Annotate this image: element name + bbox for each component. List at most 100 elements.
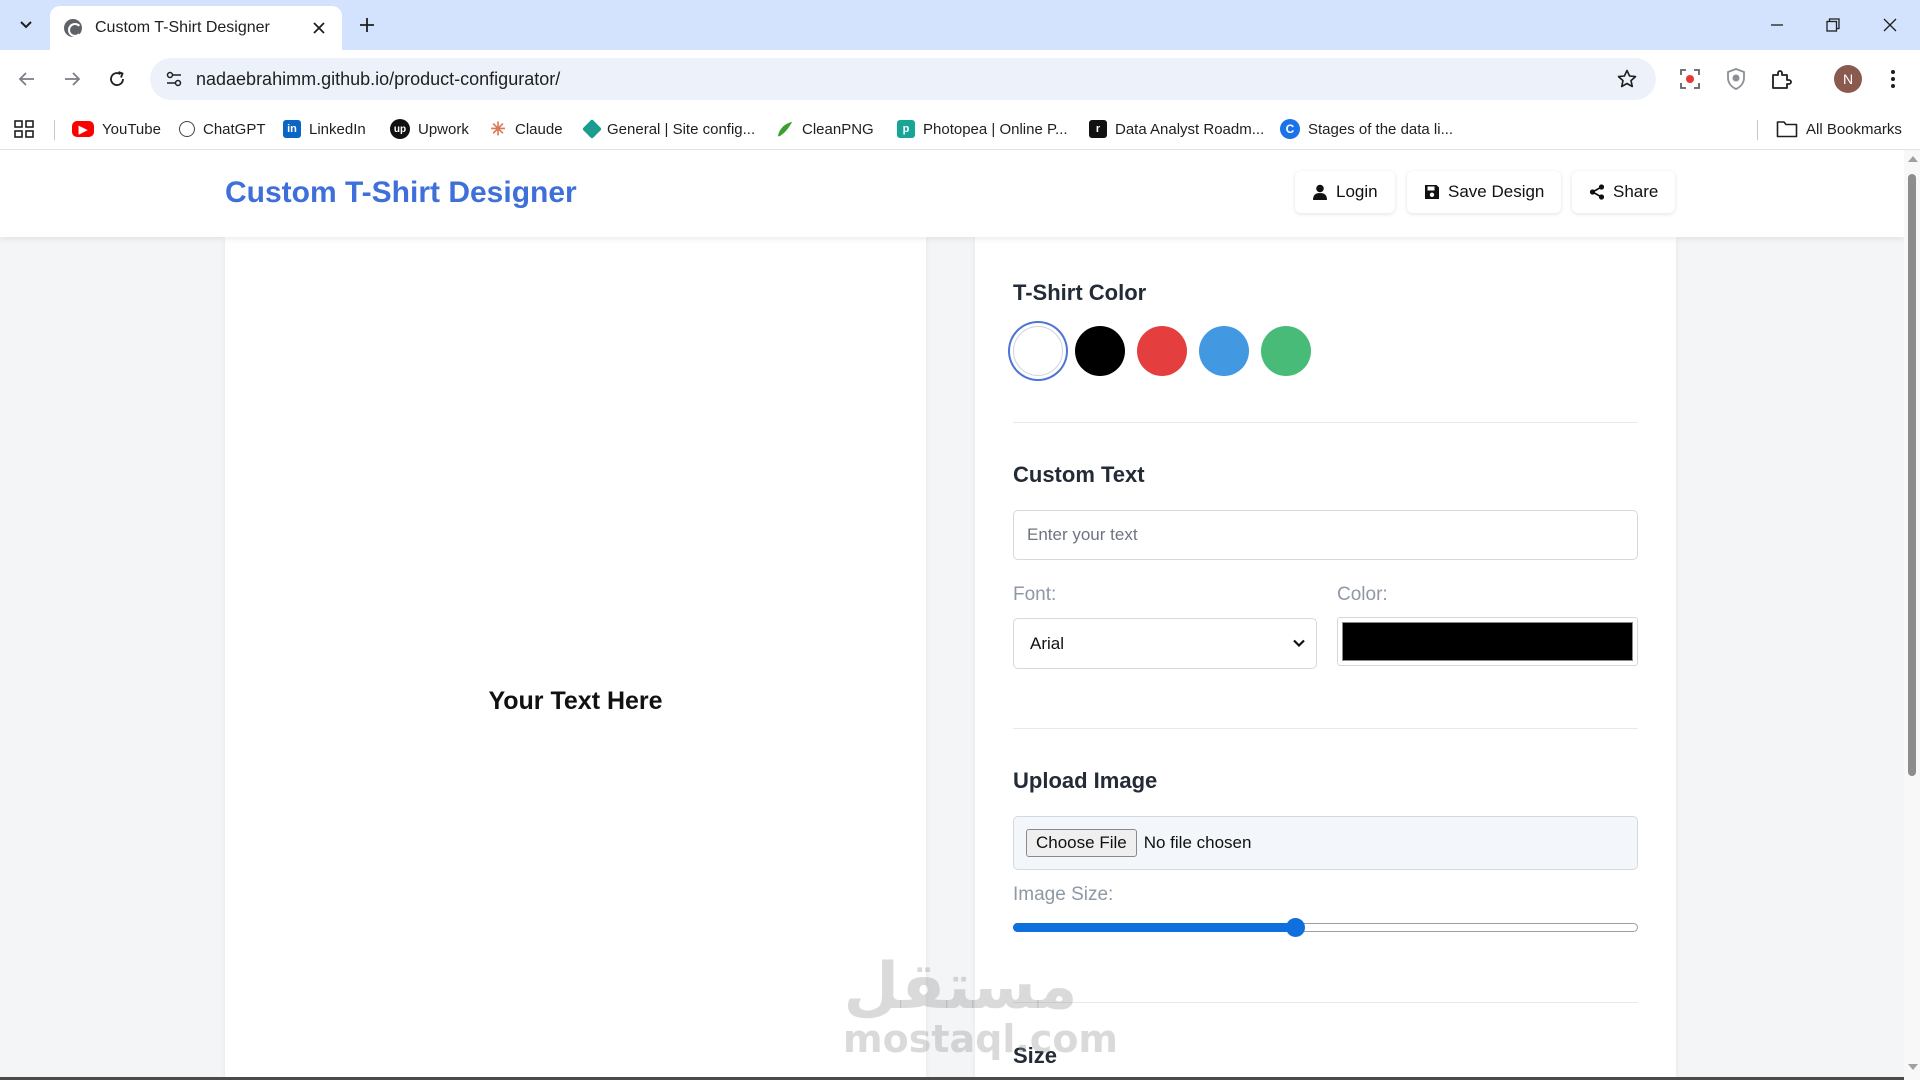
screen-capture-icon	[1680, 69, 1700, 89]
app-logo[interactable]: Custom T-Shirt Designer	[225, 176, 577, 210]
bookmark-data-analyst-roadmap[interactable]: r Data Analyst Roadm...	[1089, 108, 1264, 150]
close-icon	[313, 22, 325, 34]
browser-tab-active[interactable]: Custom T-Shirt Designer	[50, 6, 342, 50]
color-swatch-0[interactable]	[1013, 326, 1063, 376]
chevron-down-icon	[1293, 639, 1305, 648]
tab-title: Custom T-Shirt Designer	[95, 19, 270, 36]
bookmark-star-button[interactable]	[1612, 64, 1642, 94]
linkedin-icon: in	[283, 120, 301, 138]
bookmark-chatgpt[interactable]: ChatGPT	[179, 108, 266, 150]
color-swatch-4[interactable]	[1261, 326, 1311, 376]
close-icon	[1883, 18, 1897, 32]
size-heading: Size	[1013, 1043, 1058, 1068]
close-window-button[interactable]	[1867, 8, 1913, 42]
slider-fill	[1013, 923, 1296, 932]
arrow-right-icon	[65, 72, 81, 86]
restore-button[interactable]	[1810, 8, 1856, 42]
plus-icon	[360, 18, 374, 32]
extensions-button[interactable]	[1764, 62, 1798, 96]
floppy-disk-icon	[1424, 184, 1440, 200]
scroll-up-arrow-icon[interactable]	[1908, 156, 1918, 162]
bookmark-linkedin[interactable]: in LinkedIn	[283, 108, 366, 150]
design-controls-panel: T-Shirt Color Custom Text Font: Color: A…	[975, 237, 1676, 1080]
minimize-button[interactable]	[1754, 8, 1800, 42]
custom-text-input[interactable]	[1013, 510, 1638, 560]
reload-icon	[110, 71, 124, 86]
profile-avatar[interactable]: N	[1834, 65, 1862, 93]
text-color-label: Color:	[1337, 584, 1388, 605]
file-status-text: No file chosen	[1143, 833, 1252, 852]
save-design-button[interactable]: Save Design	[1407, 171, 1562, 213]
reload-button[interactable]	[100, 62, 134, 96]
preview-custom-text[interactable]: Your Text Here	[225, 687, 926, 716]
star-icon	[1617, 69, 1637, 88]
browser-menu-button[interactable]	[1876, 62, 1910, 96]
upload-image-heading: Upload Image	[1013, 768, 1158, 793]
bookmark-cleanpng[interactable]: CleanPNG	[776, 108, 874, 150]
scroll-down-arrow-icon[interactable]	[1908, 1064, 1918, 1070]
image-size-label: Image Size:	[1013, 884, 1114, 905]
image-file-input[interactable]: Choose File No file chosen	[1013, 816, 1638, 870]
share-icon	[1589, 184, 1605, 200]
browser-toolbar: nadaebrahimm.github.io/product-configura…	[0, 50, 1920, 108]
puzzle-icon	[1772, 70, 1792, 89]
login-button[interactable]: Login	[1295, 171, 1395, 213]
bookmark-site-config[interactable]: General | Site config...	[582, 108, 755, 150]
arrow-left-icon	[18, 72, 34, 86]
font-label: Font:	[1013, 584, 1057, 605]
close-tab-button[interactable]	[308, 17, 330, 39]
section-divider	[1013, 728, 1638, 729]
roadmap-icon: r	[1089, 120, 1107, 138]
color-swatch-2[interactable]	[1137, 326, 1187, 376]
image-size-slider[interactable]	[1013, 916, 1638, 940]
shield-extension-button[interactable]	[1719, 62, 1753, 96]
back-button[interactable]	[10, 62, 44, 96]
section-divider	[1013, 1002, 1638, 1003]
claude-icon: ✳	[490, 118, 506, 139]
tab-search-button[interactable]	[10, 9, 42, 41]
text-color-preview	[1342, 622, 1633, 661]
scrollbar-thumb[interactable]	[1908, 174, 1916, 776]
share-button[interactable]: Share	[1572, 171, 1676, 213]
bookmark-youtube[interactable]: ▶ YouTube	[72, 108, 161, 150]
slider-thumb[interactable]	[1285, 918, 1305, 937]
site-settings-icon[interactable]	[164, 69, 184, 89]
chevron-down-icon	[20, 21, 32, 29]
user-icon	[1312, 184, 1328, 200]
tshirt-color-heading: T-Shirt Color	[1013, 280, 1147, 305]
address-bar[interactable]: nadaebrahimm.github.io/product-configura…	[150, 58, 1656, 100]
all-bookmarks-button[interactable]: All Bookmarks	[1776, 108, 1902, 150]
new-tab-button[interactable]	[352, 10, 382, 40]
minimize-icon	[1771, 24, 1783, 26]
upwork-icon: up	[390, 119, 410, 139]
tshirt-preview-canvas[interactable]: Your Text Here	[225, 237, 926, 1080]
color-swatch-3[interactable]	[1199, 326, 1249, 376]
forward-button[interactable]	[55, 62, 89, 96]
bookmark-claude[interactable]: ✳ Claude	[489, 108, 562, 150]
screen-capture-extension-button[interactable]	[1673, 62, 1707, 96]
color-swatch-1[interactable]	[1075, 326, 1125, 376]
restore-icon	[1826, 18, 1840, 32]
page-scrollbar[interactable]	[1904, 150, 1920, 1080]
app-header: Custom T-Shirt Designer Login Save Desig…	[0, 150, 1904, 237]
text-color-picker[interactable]	[1337, 617, 1638, 666]
photopea-icon: p	[897, 120, 915, 138]
chatgpt-icon	[179, 121, 195, 137]
bookmark-stages-data[interactable]: C Stages of the data li...	[1280, 108, 1453, 150]
section-divider	[1013, 422, 1638, 423]
bookmarks-separator	[1757, 120, 1758, 140]
font-select-value: Arial	[1030, 633, 1065, 653]
font-select[interactable]: Arial	[1013, 618, 1317, 669]
bookmark-upwork[interactable]: up Upwork	[390, 108, 469, 150]
page-viewport: Custom T-Shirt Designer Login Save Desig…	[0, 150, 1904, 1080]
browser-tabstrip: Custom T-Shirt Designer	[0, 0, 1920, 50]
apps-grid-icon[interactable]	[12, 118, 36, 140]
stages-icon: C	[1280, 119, 1300, 139]
more-vertical-icon	[1891, 70, 1895, 88]
custom-text-heading: Custom Text	[1013, 462, 1145, 487]
youtube-icon: ▶	[72, 121, 94, 137]
choose-file-button[interactable]: Choose File	[1026, 829, 1137, 857]
bookmarks-bar: ▶ YouTube ChatGPT in LinkedIn up Upwork …	[0, 108, 1920, 150]
bookmark-photopea[interactable]: p Photopea | Online P...	[897, 108, 1068, 150]
site-config-icon	[582, 119, 602, 139]
